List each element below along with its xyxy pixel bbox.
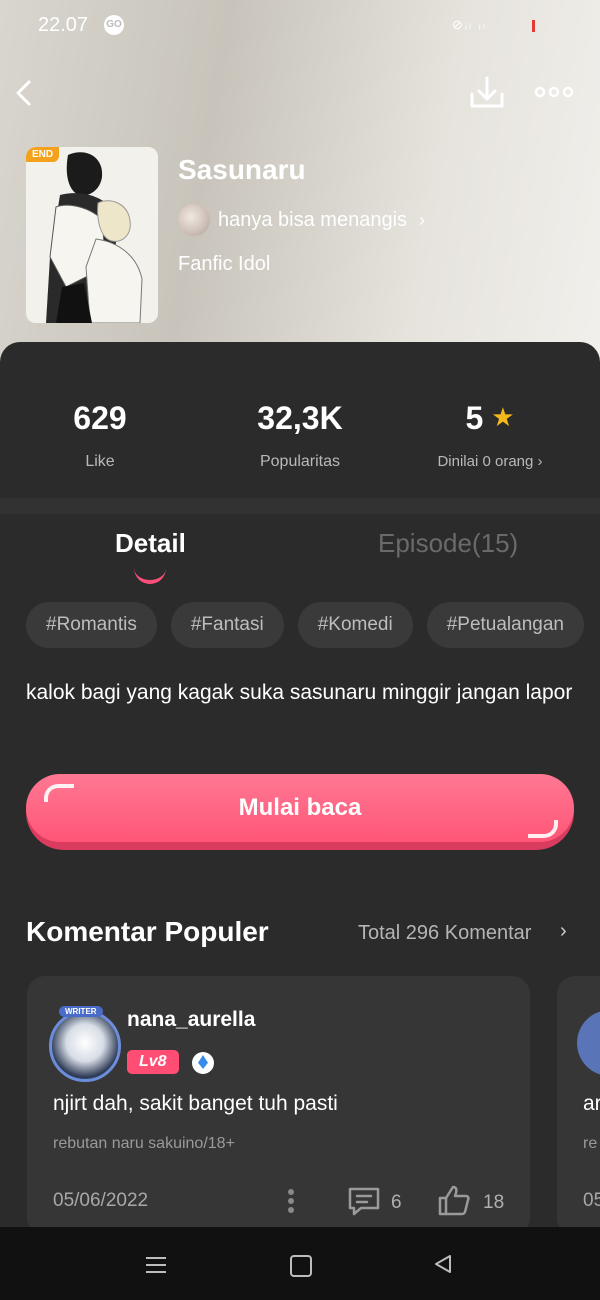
- battery-icon: [532, 20, 535, 32]
- stat-popularity: 32,3K Popularitas: [200, 400, 400, 471]
- comment-date: 05: [583, 1190, 600, 1211]
- cover-illustration: [26, 147, 158, 323]
- level-badge: Lv8: [127, 1050, 179, 1074]
- divider: [0, 498, 600, 514]
- status-bar: 22.07 GO ⊘ᵢₗ ᵢₗ: [0, 0, 600, 52]
- rating-value: 5: [465, 400, 484, 436]
- author-avatar: [178, 204, 210, 236]
- chevron-left-icon: [16, 80, 31, 106]
- end-badge: END: [26, 147, 60, 162]
- like-label: Like: [85, 453, 115, 470]
- comment-text: njirt dah, sakit banget tuh pasti: [53, 1092, 338, 1115]
- detail-panel: 629 Like 32,3K Popularitas 5 ★ Dinilai 0 …: [0, 342, 600, 1300]
- comment-reference: rebutan naru sakuino/18+: [53, 1135, 235, 1152]
- download-button[interactable]: [466, 74, 508, 112]
- book-cover: END: [26, 147, 158, 323]
- book-category: Fanfic Idol: [178, 253, 271, 275]
- system-nav-bar: [0, 1227, 600, 1300]
- chevron-right-icon: ›: [537, 453, 543, 470]
- home-icon[interactable]: [290, 1255, 312, 1277]
- popularity-count: 32,3K: [257, 400, 343, 436]
- comment-date: 05/06/2022: [53, 1190, 149, 1211]
- more-button[interactable]: [534, 84, 574, 100]
- commenter-name[interactable]: nana_aurella: [127, 1008, 255, 1032]
- chevron-right-icon: ›: [419, 209, 426, 230]
- diamond-icon: [192, 1052, 214, 1074]
- tab-detail[interactable]: Detail: [115, 528, 186, 559]
- comment-card-peek[interactable]: ar re 05: [557, 976, 600, 1236]
- reply-count: 6: [391, 1192, 402, 1213]
- status-app-icon: GO: [104, 15, 124, 35]
- back-button[interactable]: [10, 78, 40, 108]
- tab-bar: Detail Episode(15): [0, 528, 600, 584]
- signal-icon: ⊘ᵢₗ ᵢₗ: [452, 17, 487, 32]
- tab-active-indicator: [134, 568, 166, 584]
- commenter-avatar: [577, 1010, 600, 1076]
- synopsis: kalok bagi yang kagak suka sasunaru ming…: [26, 681, 573, 704]
- chevron-right-icon[interactable]: ›: [560, 920, 567, 943]
- author-name: hanya bisa menangis: [218, 208, 408, 231]
- rating-label: Dinilai 0 orang: [437, 453, 534, 470]
- start-reading-label: Mulai baca: [26, 774, 574, 842]
- stat-like: 629 Like: [0, 400, 200, 471]
- writer-badge: WRITER: [59, 1006, 103, 1017]
- gloss-decoration: [44, 784, 74, 802]
- comments-section-title: Komentar Populer: [26, 916, 269, 947]
- start-reading-button[interactable]: Mulai baca: [26, 774, 574, 850]
- book-title: Sasunaru: [178, 154, 306, 185]
- download-icon: [470, 76, 504, 108]
- tag-chip[interactable]: #Petualangan: [426, 602, 584, 648]
- menu-icon[interactable]: [144, 1255, 168, 1275]
- tab-episode[interactable]: Episode(15): [378, 528, 518, 559]
- comment-card[interactable]: WRITER nana_aurella Lv8 njirt dah, sakit…: [27, 976, 530, 1236]
- more-horizontal-icon: [534, 86, 574, 98]
- reply-icon[interactable]: [347, 1186, 381, 1216]
- tag-chip[interactable]: #Komedi: [297, 602, 413, 648]
- more-vertical-icon[interactable]: [287, 1188, 295, 1214]
- like-count: 18: [483, 1192, 505, 1213]
- status-time: 22.07: [38, 14, 89, 36]
- star-icon: ★: [491, 402, 515, 432]
- back-triangle-icon[interactable]: [432, 1253, 454, 1275]
- commenter-avatar[interactable]: [49, 1010, 121, 1082]
- comments-total-link[interactable]: Total 296 Komentar: [358, 922, 531, 945]
- thumbs-up-icon[interactable]: [437, 1184, 471, 1216]
- comment-text: ar: [583, 1092, 600, 1115]
- author-link[interactable]: hanya bisa menangis ›: [178, 204, 425, 236]
- popularity-label: Popularitas: [259, 453, 341, 470]
- tag-list: #Romantis #Fantasi #Komedi #Petualangan: [26, 602, 598, 648]
- stat-rating[interactable]: 5 ★ Dinilai 0 orang ›: [390, 400, 590, 470]
- like-count: 629: [73, 400, 127, 436]
- comment-reference: re: [583, 1135, 598, 1152]
- stats-row: 629 Like 32,3K Popularitas 5 ★ Dinilai 0 …: [0, 342, 600, 492]
- tag-chip[interactable]: #Romantis: [26, 602, 157, 648]
- tag-chip[interactable]: #Fantasi: [170, 602, 284, 648]
- header-background: 22.07 GO ⊘ᵢₗ ᵢₗ END Sasunaru hanya bisa …: [0, 0, 600, 380]
